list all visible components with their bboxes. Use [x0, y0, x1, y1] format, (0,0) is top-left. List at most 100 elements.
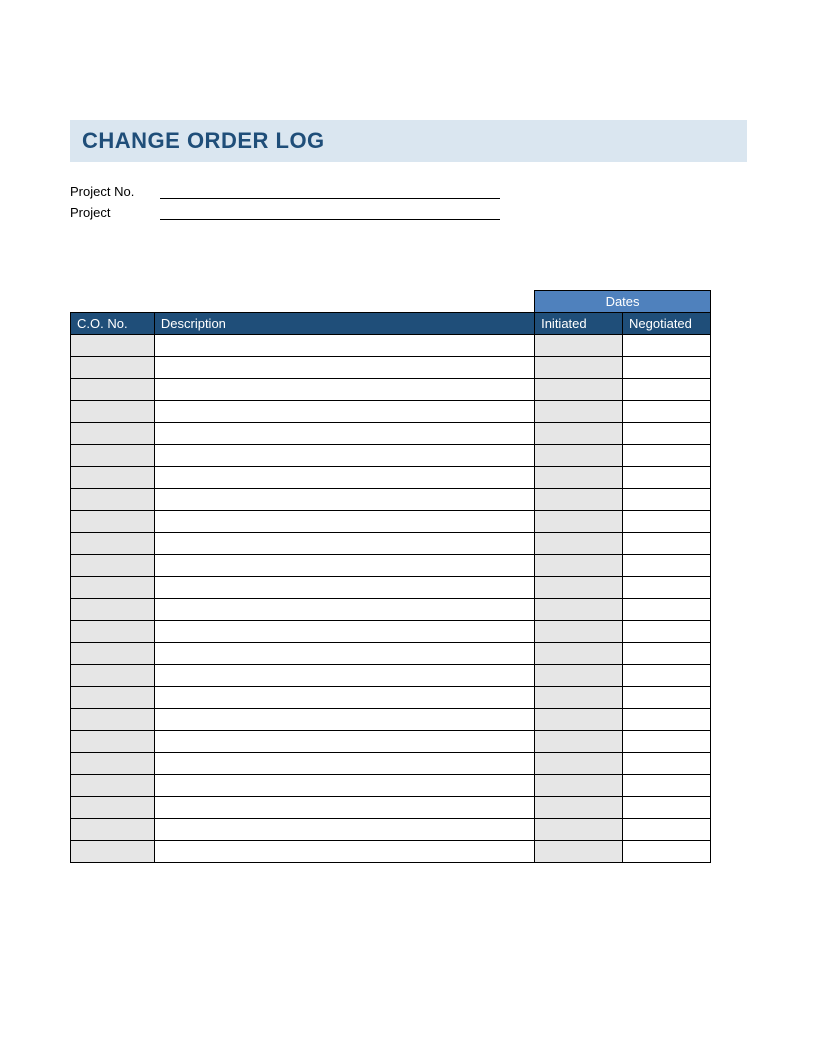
table-row [71, 489, 711, 511]
cell-co-no [71, 731, 155, 753]
cell-co-no [71, 401, 155, 423]
change-order-table: Dates C.O. No. Description Initiated Neg… [70, 290, 711, 863]
cell-description [154, 643, 534, 665]
table-row [71, 577, 711, 599]
cell-negotiated [623, 555, 711, 577]
cell-co-no [71, 621, 155, 643]
cell-co-no [71, 775, 155, 797]
cell-co-no [71, 643, 155, 665]
table-row [71, 533, 711, 555]
cell-description [154, 797, 534, 819]
cell-description [154, 709, 534, 731]
cell-co-no [71, 445, 155, 467]
cell-description [154, 665, 534, 687]
cell-initiated [535, 357, 623, 379]
cell-negotiated [623, 709, 711, 731]
table-row [71, 511, 711, 533]
table-row [71, 841, 711, 863]
cell-negotiated [623, 511, 711, 533]
cell-initiated [535, 467, 623, 489]
cell-negotiated [623, 621, 711, 643]
group-blank [71, 291, 535, 313]
table-row [71, 665, 711, 687]
table-row [71, 467, 711, 489]
table-body [71, 335, 711, 863]
cell-negotiated [623, 819, 711, 841]
cell-negotiated [623, 797, 711, 819]
cell-negotiated [623, 643, 711, 665]
cell-initiated [535, 621, 623, 643]
cell-initiated [535, 379, 623, 401]
project-no-value [160, 185, 500, 199]
table-row [71, 731, 711, 753]
table-row [71, 797, 711, 819]
cell-initiated [535, 753, 623, 775]
cell-description [154, 841, 534, 863]
page-title: CHANGE ORDER LOG [82, 128, 325, 153]
cell-description [154, 357, 534, 379]
cell-negotiated [623, 775, 711, 797]
header-negotiated: Negotiated [623, 313, 711, 335]
cell-description [154, 731, 534, 753]
header-initiated: Initiated [535, 313, 623, 335]
table-row [71, 379, 711, 401]
cell-description [154, 511, 534, 533]
cell-negotiated [623, 577, 711, 599]
cell-initiated [535, 335, 623, 357]
cell-description [154, 555, 534, 577]
table-row [71, 555, 711, 577]
cell-negotiated [623, 841, 711, 863]
cell-co-no [71, 467, 155, 489]
cell-description [154, 687, 534, 709]
cell-negotiated [623, 357, 711, 379]
page: CHANGE ORDER LOG Project No. Project Dat… [0, 0, 817, 863]
cell-negotiated [623, 599, 711, 621]
title-bar: CHANGE ORDER LOG [70, 120, 747, 162]
cell-negotiated [623, 379, 711, 401]
cell-co-no [71, 555, 155, 577]
cell-co-no [71, 797, 155, 819]
cell-initiated [535, 445, 623, 467]
cell-description [154, 753, 534, 775]
project-no-label: Project No. [70, 184, 160, 199]
cell-negotiated [623, 753, 711, 775]
table-row [71, 753, 711, 775]
table-row [71, 423, 711, 445]
cell-description [154, 423, 534, 445]
cell-co-no [71, 379, 155, 401]
table-row [71, 819, 711, 841]
cell-negotiated [623, 335, 711, 357]
table-row [71, 643, 711, 665]
cell-initiated [535, 489, 623, 511]
header-co-no: C.O. No. [71, 313, 155, 335]
cell-negotiated [623, 665, 711, 687]
cell-negotiated [623, 731, 711, 753]
cell-initiated [535, 665, 623, 687]
cell-co-no [71, 665, 155, 687]
cell-co-no [71, 335, 155, 357]
cell-initiated [535, 533, 623, 555]
cell-initiated [535, 709, 623, 731]
cell-co-no [71, 423, 155, 445]
cell-description [154, 401, 534, 423]
cell-description [154, 489, 534, 511]
cell-co-no [71, 687, 155, 709]
cell-initiated [535, 511, 623, 533]
cell-initiated [535, 731, 623, 753]
cell-description [154, 379, 534, 401]
cell-negotiated [623, 489, 711, 511]
cell-negotiated [623, 467, 711, 489]
cell-negotiated [623, 401, 711, 423]
cell-initiated [535, 599, 623, 621]
meta-row-project-no: Project No. [70, 184, 747, 199]
table-row [71, 709, 711, 731]
cell-initiated [535, 687, 623, 709]
cell-co-no [71, 357, 155, 379]
table-row [71, 775, 711, 797]
table-row [71, 599, 711, 621]
cell-initiated [535, 401, 623, 423]
table-row [71, 621, 711, 643]
table-row [71, 335, 711, 357]
table-row [71, 401, 711, 423]
cell-co-no [71, 533, 155, 555]
